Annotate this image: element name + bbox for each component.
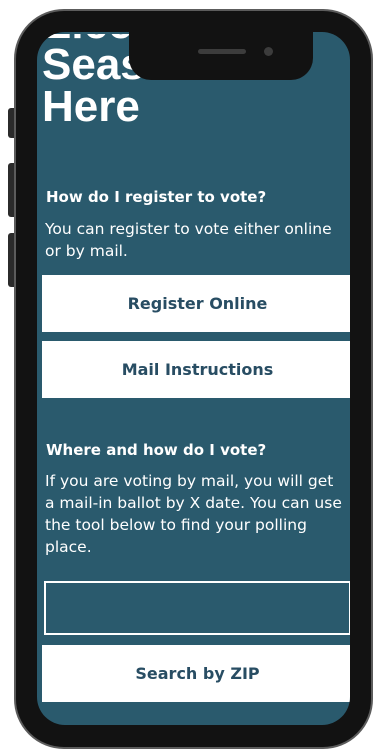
vote-text: If you are voting by mail, you will get … bbox=[45, 472, 342, 556]
vote-heading: Where and how do I vote? bbox=[46, 441, 267, 459]
title-line-2: Here bbox=[42, 82, 140, 131]
phone-notch bbox=[129, 32, 313, 80]
phone-screen: Election Season is Here How do I registe… bbox=[37, 32, 350, 725]
search-by-zip-button[interactable]: Search by ZIP bbox=[42, 645, 350, 702]
zip-input[interactable] bbox=[44, 581, 350, 635]
phone-frame: Election Season is Here How do I registe… bbox=[14, 9, 373, 749]
register-online-button[interactable]: Register Online bbox=[42, 275, 350, 332]
register-text: You can register to vote either online o… bbox=[45, 220, 332, 260]
speaker-icon bbox=[198, 49, 246, 54]
camera-icon bbox=[264, 47, 273, 56]
register-heading: How do I register to vote? bbox=[46, 188, 267, 206]
mail-instructions-button[interactable]: Mail Instructions bbox=[42, 341, 350, 398]
